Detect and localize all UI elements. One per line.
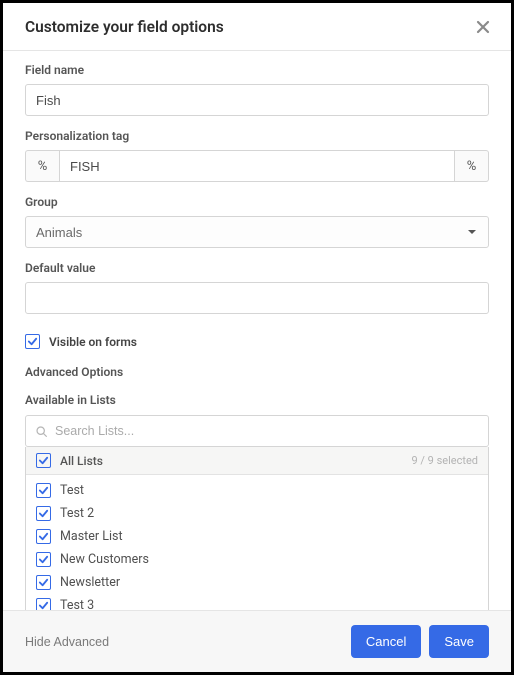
checkmark-icon: [38, 554, 49, 565]
list-item-checkbox[interactable]: [36, 506, 51, 521]
all-lists-checkbox[interactable]: [36, 453, 51, 468]
personalization-tag-label: Personalization tag: [25, 129, 489, 143]
all-lists-row[interactable]: All Lists 9 / 9 selected: [26, 447, 488, 475]
list-item-checkbox[interactable]: [36, 529, 51, 544]
field-name-label: Field name: [25, 63, 489, 77]
group-select-value: Animals: [36, 225, 82, 240]
available-in-lists-label: Available in Lists: [25, 393, 489, 407]
list-item-label: Test 3: [60, 598, 94, 610]
personalization-tag-row: % %: [25, 150, 489, 182]
list-item-checkbox[interactable]: [36, 598, 51, 610]
group-select[interactable]: Animals: [25, 216, 489, 248]
checkmark-icon: [38, 508, 49, 519]
checkmark-icon: [38, 577, 49, 588]
field-name-input[interactable]: [25, 84, 489, 116]
visible-on-forms-checkbox[interactable]: [25, 334, 40, 349]
advanced-options-heading: Advanced Options: [25, 365, 489, 379]
ptag-addon-right: %: [455, 150, 489, 182]
close-button[interactable]: [473, 17, 493, 37]
cancel-button[interactable]: Cancel: [351, 625, 421, 658]
default-value-input[interactable]: [25, 282, 489, 314]
search-icon: [35, 425, 48, 438]
all-lists-label: All Lists: [60, 454, 103, 468]
selected-count: 9 / 9 selected: [412, 454, 479, 467]
list-item[interactable]: Master List: [26, 525, 488, 548]
list-item[interactable]: Test 2: [26, 502, 488, 525]
list-item-checkbox[interactable]: [36, 552, 51, 567]
group-field: Group Animals: [25, 195, 489, 248]
checkmark-icon: [38, 531, 49, 542]
list-item-label: Test 2: [60, 506, 94, 521]
default-value-label: Default value: [25, 261, 489, 275]
save-button[interactable]: Save: [429, 625, 489, 658]
checkmark-icon: [38, 600, 49, 610]
ptag-addon-left: %: [25, 150, 59, 182]
search-lists-wrap[interactable]: [25, 415, 489, 447]
checkmark-icon: [38, 485, 49, 496]
personalization-tag-input[interactable]: [59, 150, 455, 182]
close-icon: [475, 19, 491, 35]
list-item-label: Newsletter: [60, 575, 120, 590]
chevron-down-icon: [468, 230, 476, 234]
list-items-container: Test Test 2 Master List New Customers Newsle…: [26, 475, 488, 610]
list-item-label: Test: [60, 483, 84, 498]
modal-header: Customize your field options: [3, 3, 511, 51]
list-item[interactable]: Newsletter: [26, 571, 488, 594]
list-item-label: New Customers: [60, 552, 149, 567]
field-name-group: Field name: [25, 63, 489, 116]
modal-body: Field name Personalization tag % % Group…: [3, 51, 511, 610]
list-item[interactable]: Test: [26, 479, 488, 502]
list-item-checkbox[interactable]: [36, 483, 51, 498]
hide-advanced-button[interactable]: Hide Advanced: [25, 635, 109, 649]
modal-footer: Hide Advanced Cancel Save: [3, 610, 511, 672]
visible-on-forms-label: Visible on forms: [49, 335, 137, 349]
personalization-tag-group: Personalization tag % %: [25, 129, 489, 182]
lists-box: All Lists 9 / 9 selected Test Test 2 Maste…: [25, 447, 489, 610]
default-value-group: Default value: [25, 261, 489, 314]
search-lists-input[interactable]: [55, 424, 479, 438]
checkmark-icon: [27, 336, 38, 347]
list-item[interactable]: New Customers: [26, 548, 488, 571]
group-label: Group: [25, 195, 489, 209]
list-item-checkbox[interactable]: [36, 575, 51, 590]
modal: Customize your field options Field name …: [3, 3, 511, 672]
visible-on-forms-row[interactable]: Visible on forms: [25, 334, 489, 349]
list-item[interactable]: Test 3: [26, 594, 488, 610]
list-item-label: Master List: [60, 529, 123, 544]
checkmark-icon: [38, 455, 49, 466]
footer-buttons: Cancel Save: [351, 625, 489, 658]
modal-title: Customize your field options: [25, 18, 224, 36]
